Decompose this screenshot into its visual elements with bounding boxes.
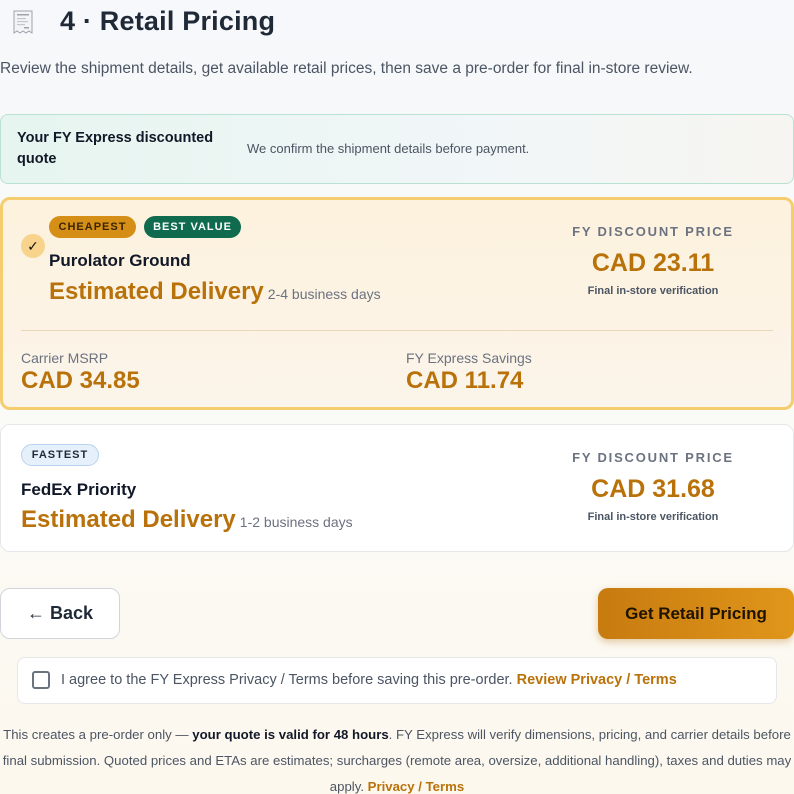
quote-banner: Your FY Express discounted quote We conf… xyxy=(0,114,794,184)
carrier-name: Purolator Ground xyxy=(49,251,191,270)
carrier-name: FedEx Priority xyxy=(21,480,137,499)
fy-savings: FY Express Savings CAD 11.74 xyxy=(406,350,532,395)
agreement-box: I agree to the FY Express Privacy / Term… xyxy=(17,657,777,704)
page-title: 4 · Retail Pricing xyxy=(60,6,276,36)
fastest-badge: FASTEST xyxy=(21,444,99,466)
agreement-text: I agree to the FY Express Privacy / Term… xyxy=(61,672,677,688)
eta-days: 1-2 business days xyxy=(239,514,353,530)
footer-disclaimer: This creates a pre-order only — your quo… xyxy=(0,722,794,794)
estimated-delivery: Estimated Delivery 1-2 business days xyxy=(21,506,353,534)
back-button[interactable]: ← Back xyxy=(0,588,120,639)
quote-banner-note: We confirm the shipment details before p… xyxy=(247,141,530,156)
msrp-label: Carrier MSRP xyxy=(21,350,109,366)
review-privacy-terms-link[interactable]: Review Privacy / Terms xyxy=(517,672,677,688)
footer-privacy-terms-link[interactable]: Privacy / Terms xyxy=(368,779,465,794)
discount-price-block: FY DISCOUNT PRICE CAD 31.68 Final in-sto… xyxy=(553,450,753,523)
msrp-value: CAD 34.85 xyxy=(21,367,140,394)
footer-validity: your quote is valid for 48 hours xyxy=(192,727,389,742)
agreement-label: I agree to the FY Express Privacy / Term… xyxy=(61,672,517,688)
header: 4 · Retail Pricing xyxy=(12,6,275,37)
best-value-badge: BEST VALUE xyxy=(144,216,241,238)
eta-label: Estimated Delivery xyxy=(49,278,264,305)
eta-label: Estimated Delivery xyxy=(21,506,236,533)
quote-banner-title: Your FY Express discounted quote xyxy=(17,130,214,167)
price-label: FY DISCOUNT PRICE xyxy=(572,224,734,239)
page-subtitle: Review the shipment details, get availab… xyxy=(0,60,693,77)
selected-check-icon: ✓ xyxy=(21,234,45,258)
estimated-delivery: Estimated Delivery 2-4 business days xyxy=(49,278,381,306)
carrier-msrp: Carrier MSRP CAD 34.85 xyxy=(21,350,140,395)
get-retail-pricing-button[interactable]: Get Retail Pricing xyxy=(598,588,794,639)
shipping-option-purolator[interactable]: ✓ CHEAPEST BEST VALUE Purolator Ground E… xyxy=(0,197,794,410)
shipping-option-fedex[interactable]: FASTEST FedEx Priority Estimated Deliver… xyxy=(0,424,794,552)
card-divider xyxy=(21,330,773,331)
savings-value: CAD 11.74 xyxy=(406,367,524,394)
savings-label: FY Express Savings xyxy=(406,350,532,366)
discount-price-block: FY DISCOUNT PRICE CAD 23.11 Final in-sto… xyxy=(553,224,753,297)
cheapest-badge: CHEAPEST xyxy=(49,216,136,238)
discount-price: CAD 31.68 xyxy=(591,475,715,503)
price-note: Final in-store verification xyxy=(587,285,719,297)
discount-price: CAD 23.11 xyxy=(591,249,715,277)
price-note: Final in-store verification xyxy=(587,511,719,523)
agree-checkbox[interactable] xyxy=(32,671,50,689)
price-label: FY DISCOUNT PRICE xyxy=(572,450,734,465)
eta-days: 2-4 business days xyxy=(267,286,381,302)
receipt-icon xyxy=(12,10,34,34)
footer-lead: This creates a pre-order only — xyxy=(3,727,193,742)
